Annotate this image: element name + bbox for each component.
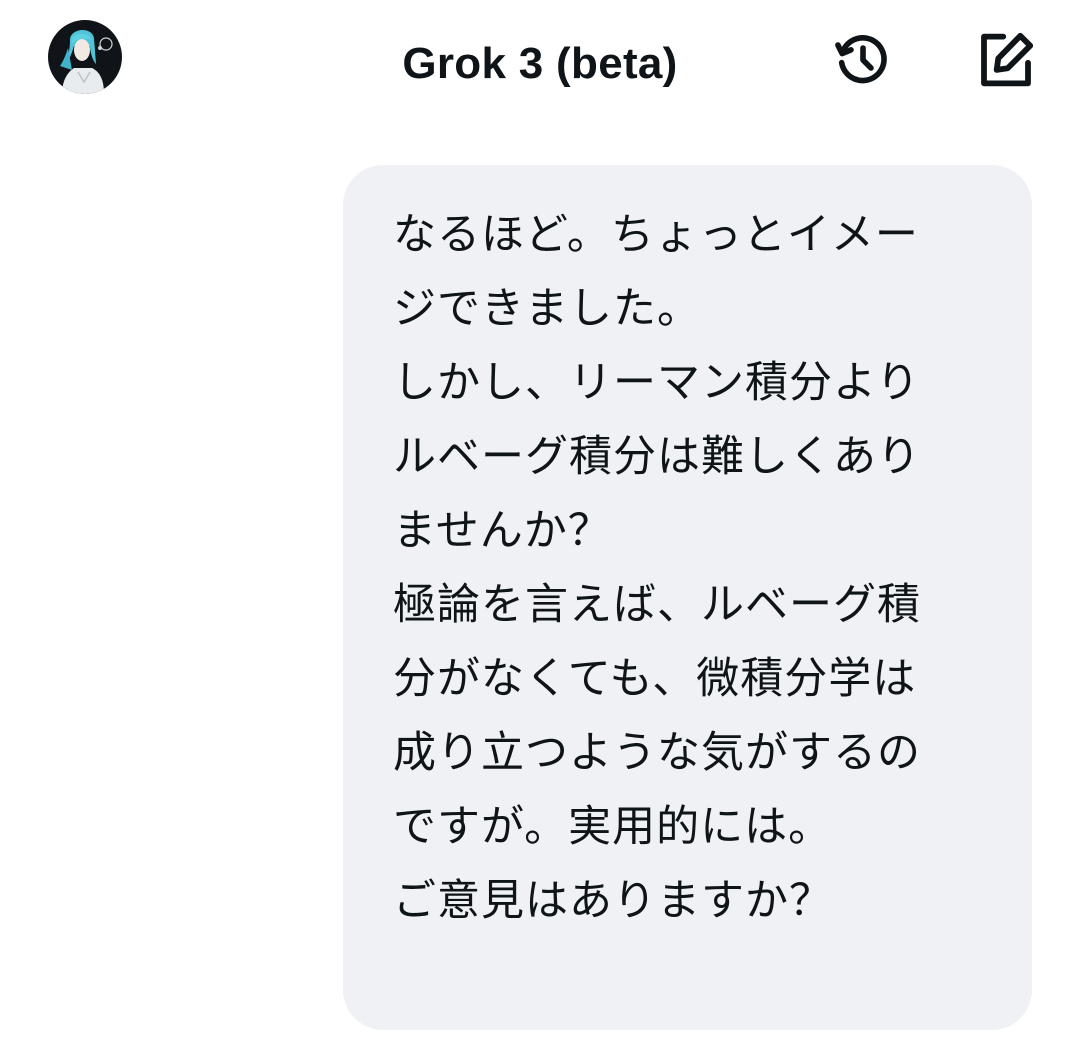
message-text: なるほど。ちょっとイメージできました。 しかし、リーマン積分よりルベーグ積分は難… — [393, 210, 921, 926]
page-title: Grok 3 (beta) — [402, 39, 678, 88]
new-chat-button[interactable] — [972, 26, 1040, 94]
avatar-icon — [48, 20, 122, 94]
history-button[interactable] — [829, 26, 897, 94]
avatar-button[interactable] — [48, 20, 122, 94]
top-bar: Grok 3 (beta) — [0, 0, 1080, 120]
history-icon — [835, 35, 887, 84]
compose-icon — [981, 32, 1034, 87]
user-message-bubble: なるほど。ちょっとイメージできました。 しかし、リーマン積分よりルベーグ積分は難… — [343, 165, 1032, 1030]
